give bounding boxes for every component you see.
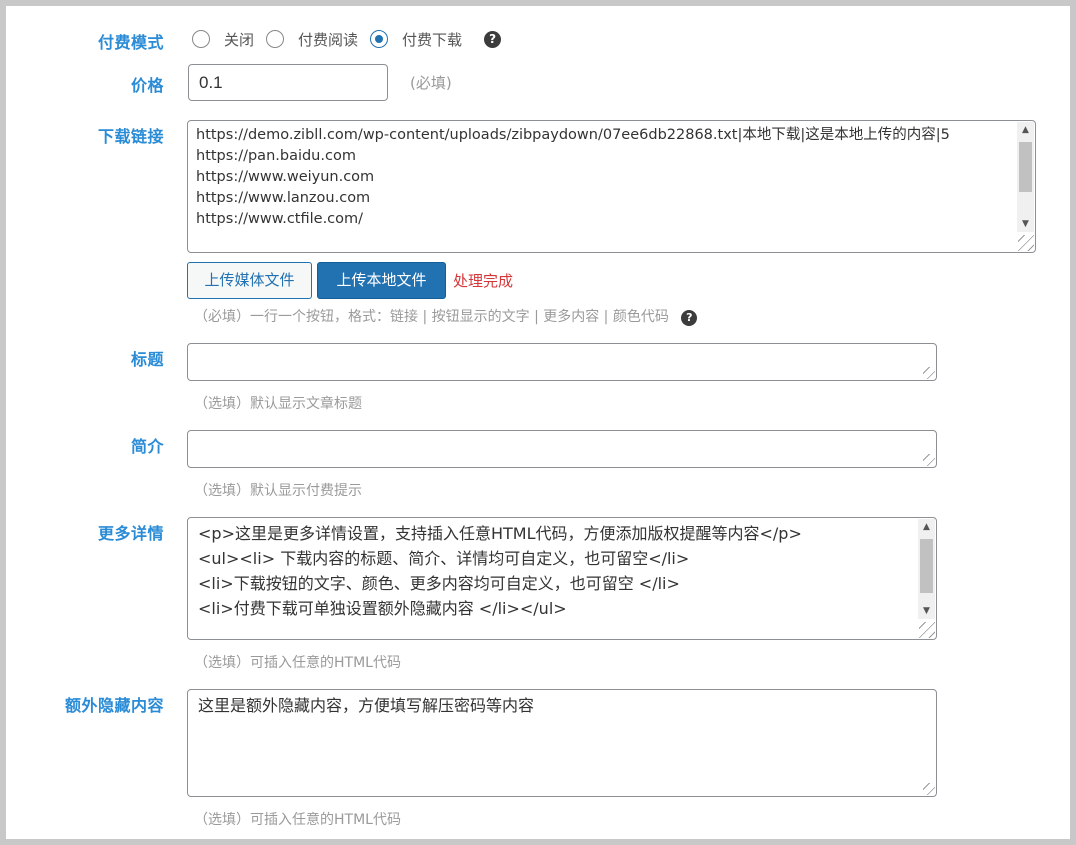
scroll-down-arrow-icon[interactable]: ▼ xyxy=(918,603,935,619)
hidden-content-text: 这里是额外隐藏内容，方便填写解压密码等内容 xyxy=(198,696,535,715)
settings-panel: 付费模式 关闭 付费阅读 付费下载 ? 价格 (必填) 下载链接 https:/… xyxy=(0,0,1076,845)
radio-pay-read[interactable] xyxy=(266,30,285,48)
upload-media-button[interactable]: 上传媒体文件 xyxy=(187,262,312,299)
price-label: 价格 xyxy=(130,76,164,95)
radio-off[interactable] xyxy=(192,30,210,48)
resize-grip-icon[interactable] xyxy=(923,454,935,466)
hidden-content-label: 额外隐藏内容 xyxy=(64,696,164,715)
summary-hint: （选填）默认显示付费提示 xyxy=(194,483,362,499)
more-details-scrollbar[interactable]: ▲ ▼ xyxy=(918,519,935,619)
download-links-hint-text: （必填）一行一个按钮，格式：链接 | 按钮显示的文字 | 更多内容 | 颜色代码 xyxy=(194,309,669,325)
radio-pay-read-label[interactable]: 付费阅读 xyxy=(298,29,358,50)
download-links-scrollbar[interactable]: ▲ ▼ xyxy=(1017,122,1034,232)
upload-status: 处理完成 xyxy=(453,272,514,290)
question-circle-icon[interactable]: ? xyxy=(484,30,502,48)
summary-label: 简介 xyxy=(130,437,164,456)
download-links-textarea[interactable]: https://demo.zibll.com/wp-content/upload… xyxy=(187,120,1036,253)
upload-local-button[interactable]: 上传本地文件 xyxy=(317,262,446,299)
title-label: 标题 xyxy=(130,350,164,369)
download-links-hint: （必填）一行一个按钮，格式：链接 | 按钮显示的文字 | 更多内容 | 颜色代码… xyxy=(194,306,698,326)
scroll-thumb[interactable] xyxy=(920,539,933,593)
download-links-label: 下载链接 xyxy=(97,127,164,146)
resize-grip-icon[interactable] xyxy=(1018,235,1034,251)
summary-textarea[interactable] xyxy=(187,430,937,468)
scroll-up-arrow-icon[interactable]: ▲ xyxy=(1017,122,1034,138)
more-details-hint: （选填）可插入任意的HTML代码 xyxy=(194,655,401,671)
scroll-up-arrow-icon[interactable]: ▲ xyxy=(918,519,935,535)
download-links-text: https://demo.zibll.com/wp-content/upload… xyxy=(196,127,950,227)
hidden-content-hint: （选填）可插入任意的HTML代码 xyxy=(194,812,401,828)
radio-pay-download-label[interactable]: 付费下载 xyxy=(402,29,462,50)
price-input[interactable] xyxy=(188,64,388,101)
resize-grip-icon[interactable] xyxy=(923,783,935,795)
resize-grip-icon[interactable] xyxy=(923,367,935,379)
hidden-content-textarea[interactable]: 这里是额外隐藏内容，方便填写解压密码等内容 xyxy=(187,689,937,797)
resize-grip-icon[interactable] xyxy=(919,622,935,638)
more-details-label: 更多详情 xyxy=(97,524,164,543)
radio-off-label[interactable]: 关闭 xyxy=(224,29,254,50)
pay-mode-radio-group: 关闭 付费阅读 付费下载 ? xyxy=(192,27,502,51)
scroll-down-arrow-icon[interactable]: ▼ xyxy=(1017,216,1034,232)
price-hint: (必填) xyxy=(410,74,452,92)
more-details-text: <p>这里是更多详情设置，支持插入任意HTML代码，方便添加版权提醒等内容</p… xyxy=(198,524,802,618)
scroll-thumb[interactable] xyxy=(1019,142,1032,192)
pay-mode-label: 付费模式 xyxy=(97,33,164,52)
title-textarea[interactable] xyxy=(187,343,937,381)
more-details-textarea[interactable]: <p>这里是更多详情设置，支持插入任意HTML代码，方便添加版权提醒等内容</p… xyxy=(187,517,937,640)
radio-pay-download[interactable] xyxy=(370,30,389,48)
title-hint: （选填）默认显示文章标题 xyxy=(194,396,362,412)
question-circle-icon[interactable]: ? xyxy=(681,310,698,326)
